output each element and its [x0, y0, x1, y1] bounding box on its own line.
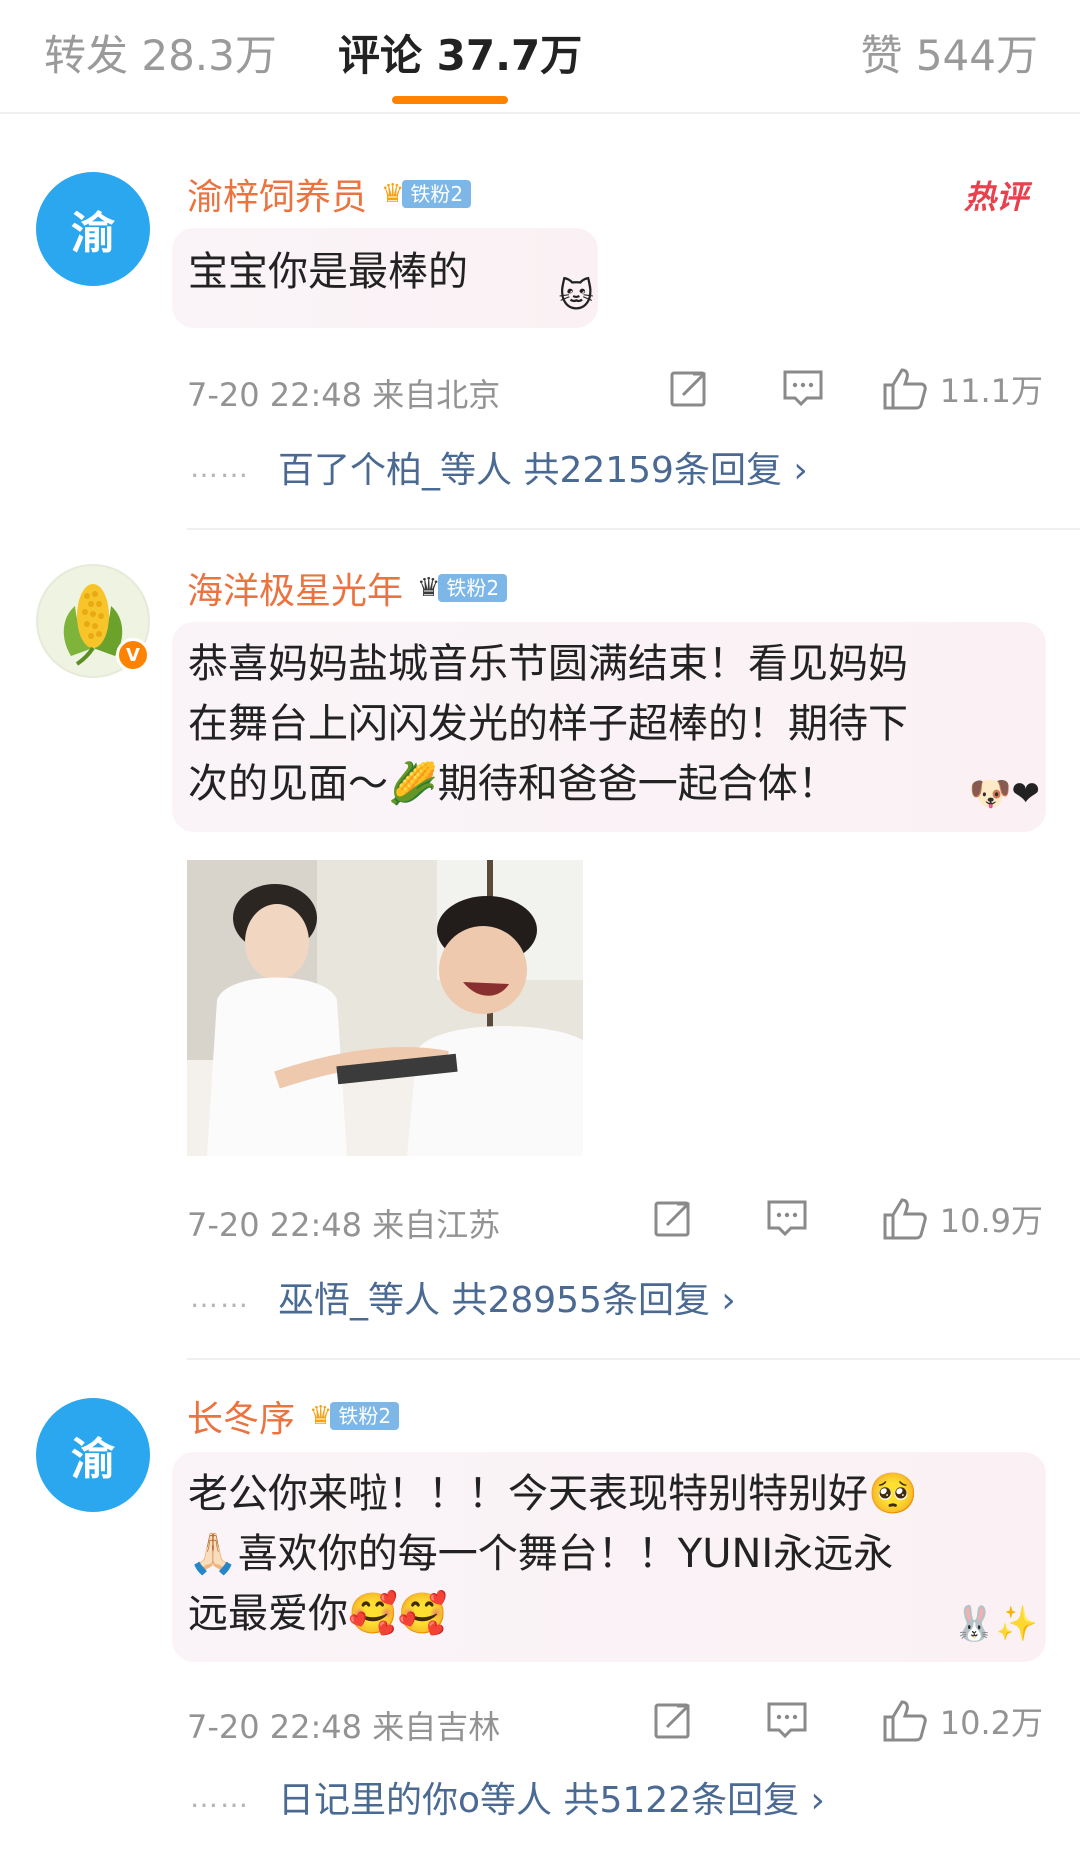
- comment-time-location: 7-20 22:48 来自江苏: [187, 1206, 501, 1244]
- reply-summary-text: 日记里的你o等人 共5122条回复 ›: [278, 1780, 825, 1821]
- username[interactable]: 海洋极星光年: [187, 562, 403, 614]
- comment-header: 渝梓饲养员 ♛ 铁粉2: [187, 166, 472, 222]
- comment-header: 海洋极星光年 ♛ 铁粉2: [187, 560, 508, 616]
- thumbs-up-icon: [883, 368, 927, 410]
- verified-icon: V: [116, 638, 150, 672]
- crown-icon: ♛: [309, 1401, 333, 1431]
- comment-time-location: 7-20 22:48 来自吉林: [187, 1708, 501, 1746]
- like-count: 11.1万: [939, 372, 1043, 410]
- comment-text: 恭喜妈妈盐城音乐节圆满结束！看见妈妈 在舞台上闪闪发光的样子超棒的！期待下 次的…: [172, 622, 1046, 832]
- reply-summary-text: 巫悟_等人 共28955条回复 ›: [278, 1280, 736, 1321]
- thumbs-up-icon: [883, 1198, 927, 1240]
- tab-likes[interactable]: 赞 544万: [860, 22, 1038, 83]
- comment-meta: 7-20 22:48 来自吉林 10.2万: [187, 1698, 1043, 1748]
- fan-badge[interactable]: ♛ 铁粉2: [309, 1401, 400, 1431]
- puppy-heart-sticker-icon: 🐶❤: [969, 774, 1040, 814]
- like-button[interactable]: 10.2万: [882, 1698, 1043, 1744]
- comment-meta: 7-20 22:48 来自江苏 10.9万: [187, 1196, 1043, 1246]
- reply-summary[interactable]: …… 巫悟_等人 共28955条回复 ›: [190, 1272, 736, 1322]
- comment-meta: 7-20 22:48 来自北京 11.1万: [187, 366, 1043, 416]
- repost-icon[interactable]: [667, 366, 711, 410]
- crown-icon: ♛: [381, 179, 405, 209]
- crown-icon: ♛: [417, 573, 441, 603]
- avatar-initial: 渝: [71, 1434, 115, 1485]
- divider: [187, 528, 1080, 530]
- reply-summary-text: 百了个柏_等人 共22159条回复 ›: [278, 450, 808, 491]
- username[interactable]: 渝梓饲养员: [187, 168, 367, 220]
- repost-icon[interactable]: [651, 1698, 695, 1742]
- reply-icon[interactable]: [765, 1698, 809, 1742]
- comment-tab-bar: 转发 28.3万 评论 37.7万 赞 544万: [0, 0, 1080, 114]
- ellipsis: ……: [190, 1780, 250, 1814]
- photo-two-people-laughing: [187, 860, 583, 1156]
- divider: [187, 1358, 1080, 1360]
- cat-sticker-icon: 🐱: [558, 276, 594, 316]
- tab-repost[interactable]: 转发 28.3万: [44, 22, 277, 83]
- avatar[interactable]: 渝: [36, 1398, 150, 1512]
- like-button[interactable]: 10.9万: [882, 1196, 1043, 1242]
- bunny-sticker-icon: 🐰✨: [953, 1604, 1038, 1644]
- avatar-initial: 渝: [71, 208, 115, 259]
- avatar[interactable]: 渝: [36, 172, 150, 286]
- ellipsis: ……: [190, 1280, 250, 1314]
- repost-icon[interactable]: [651, 1196, 695, 1240]
- comment-header: 长冬序 ♛ 铁粉2: [187, 1388, 400, 1444]
- like-button[interactable]: 11.1万: [882, 366, 1043, 412]
- fan-badge[interactable]: ♛ 铁粉2: [381, 179, 472, 209]
- ellipsis: ……: [190, 450, 250, 484]
- tab-comments[interactable]: 评论 37.7万: [338, 22, 582, 83]
- comment-text: 老公你来啦！！！今天表现特别特别好🥺 🙏🏻喜欢你的每一个舞台！！YUNI永远永 …: [172, 1452, 1046, 1662]
- username[interactable]: 长冬序: [187, 1390, 295, 1442]
- reply-summary[interactable]: …… 日记里的你o等人 共5122条回复 ›: [190, 1772, 825, 1822]
- active-tab-indicator: [392, 96, 508, 104]
- comment-time-location: 7-20 22:48 来自北京: [187, 376, 501, 414]
- comment-photo[interactable]: [187, 860, 583, 1156]
- hot-comment-badge: 热评: [963, 178, 1028, 216]
- like-count: 10.9万: [939, 1202, 1043, 1240]
- comment-text: 宝宝你是最棒的 🐱: [172, 228, 598, 328]
- like-count: 10.2万: [939, 1704, 1043, 1742]
- fan-badge[interactable]: ♛ 铁粉2: [417, 573, 508, 603]
- reply-icon[interactable]: [765, 1196, 809, 1240]
- avatar[interactable]: V: [36, 564, 150, 678]
- reply-icon[interactable]: [781, 366, 825, 410]
- thumbs-up-icon: [883, 1700, 927, 1742]
- reply-summary[interactable]: …… 百了个柏_等人 共22159条回复 ›: [190, 442, 808, 492]
